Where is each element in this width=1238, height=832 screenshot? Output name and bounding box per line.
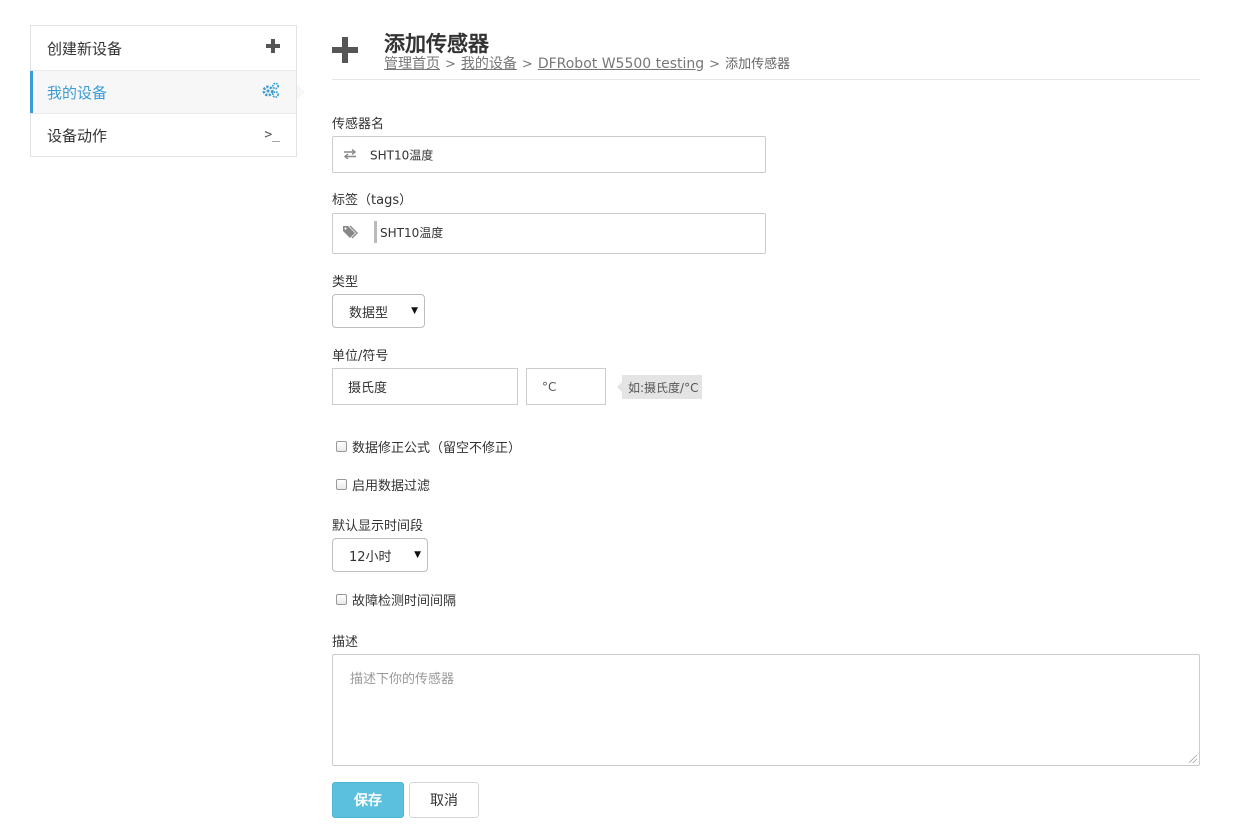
page-header: 添加传感器 管理首页 > 我的设备 > DFRobot W5500 testing > 添加… (332, 28, 1200, 80)
sidebar-item-device-actions[interactable]: 设备动作 >_ (31, 113, 296, 156)
sensor-name-value: SHT10温度 (370, 148, 434, 162)
formula-checkbox[interactable]: 数据修正公式（留空不修正） (336, 437, 521, 456)
checkbox-box[interactable] (336, 594, 347, 605)
caret-down-icon: ▼ (411, 306, 418, 316)
gears-icon (262, 82, 280, 102)
tags-icon (343, 225, 360, 243)
resize-handle-icon[interactable] (1189, 755, 1197, 763)
sidebar-item-label: 创建新设备 (47, 39, 123, 58)
checkbox-box[interactable] (336, 479, 347, 490)
period-select[interactable]: 12小时 ▼ (332, 538, 428, 572)
breadcrumb-separator: > (709, 57, 721, 72)
type-select-value: 数据型 (349, 305, 389, 321)
description-textarea[interactable]: 描述下你的传感器 (332, 654, 1200, 766)
sensor-name-label: 传感器名 (332, 117, 385, 132)
sidebar-item-my-devices[interactable]: 我的设备 (30, 70, 305, 113)
terminal-icon: >_ (264, 127, 280, 143)
period-label: 默认显示时间段 (332, 519, 424, 534)
unit-symbol-input[interactable]: °C (526, 368, 606, 405)
unit-name-input[interactable]: 摄氏度 (332, 368, 518, 405)
breadcrumb: 管理首页 > 我的设备 > DFRobot W5500 testing > 添加传感器 (384, 53, 790, 73)
description-placeholder: 描述下你的传感器 (350, 672, 455, 687)
breadcrumb-home-link[interactable]: 管理首页 (384, 56, 440, 72)
breadcrumb-my-devices-link[interactable]: 我的设备 (461, 56, 517, 72)
sidebar-item-label: 设备动作 (47, 126, 108, 145)
save-button[interactable]: 保存 (332, 782, 404, 818)
sidebar-item-label: 我的设备 (47, 83, 108, 102)
formula-checkbox-label: 数据修正公式（留空不修正） (352, 441, 522, 456)
unit-symbol-value: °C (542, 379, 557, 394)
breadcrumb-separator: > (521, 57, 533, 72)
tags-label: 标签（tags） (332, 193, 413, 208)
plus-icon (266, 39, 280, 57)
breadcrumb-current: 添加传感器 (725, 57, 791, 72)
period-select-value: 12小时 (349, 549, 392, 565)
filter-checkbox[interactable]: 启用数据过滤 (336, 475, 430, 494)
fault-checkbox-label: 故障检测时间间隔 (352, 594, 457, 609)
caret-down-icon: ▼ (414, 550, 421, 560)
tags-input[interactable]: SHT10温度 (332, 213, 766, 254)
sidebar: 创建新设备 我的设备 设备动作 >_ (30, 25, 305, 157)
breadcrumb-separator: > (445, 57, 456, 72)
tag-chip[interactable]: SHT10温度 (374, 221, 443, 243)
filter-checkbox-label: 启用数据过滤 (352, 479, 431, 494)
description-label: 描述 (332, 635, 359, 650)
plus-icon (332, 37, 358, 63)
unit-hint-tooltip: 如:摄氏度/°C (616, 375, 703, 399)
sidebar-item-create-device[interactable]: 创建新设备 (31, 26, 296, 70)
breadcrumb-device-link[interactable]: DFRobot W5500 testing (538, 56, 704, 72)
fault-checkbox[interactable]: 故障检测时间间隔 (336, 590, 456, 609)
unit-name-value: 摄氏度 (348, 381, 388, 396)
type-label: 类型 (332, 275, 359, 290)
checkbox-box[interactable] (336, 441, 347, 452)
cancel-button[interactable]: 取消 (409, 782, 479, 818)
exchange-icon (343, 147, 357, 163)
sensor-name-input[interactable]: SHT10温度 (332, 136, 766, 173)
type-select[interactable]: 数据型 ▼ (332, 294, 425, 328)
unit-label: 单位/符号 (332, 349, 389, 364)
